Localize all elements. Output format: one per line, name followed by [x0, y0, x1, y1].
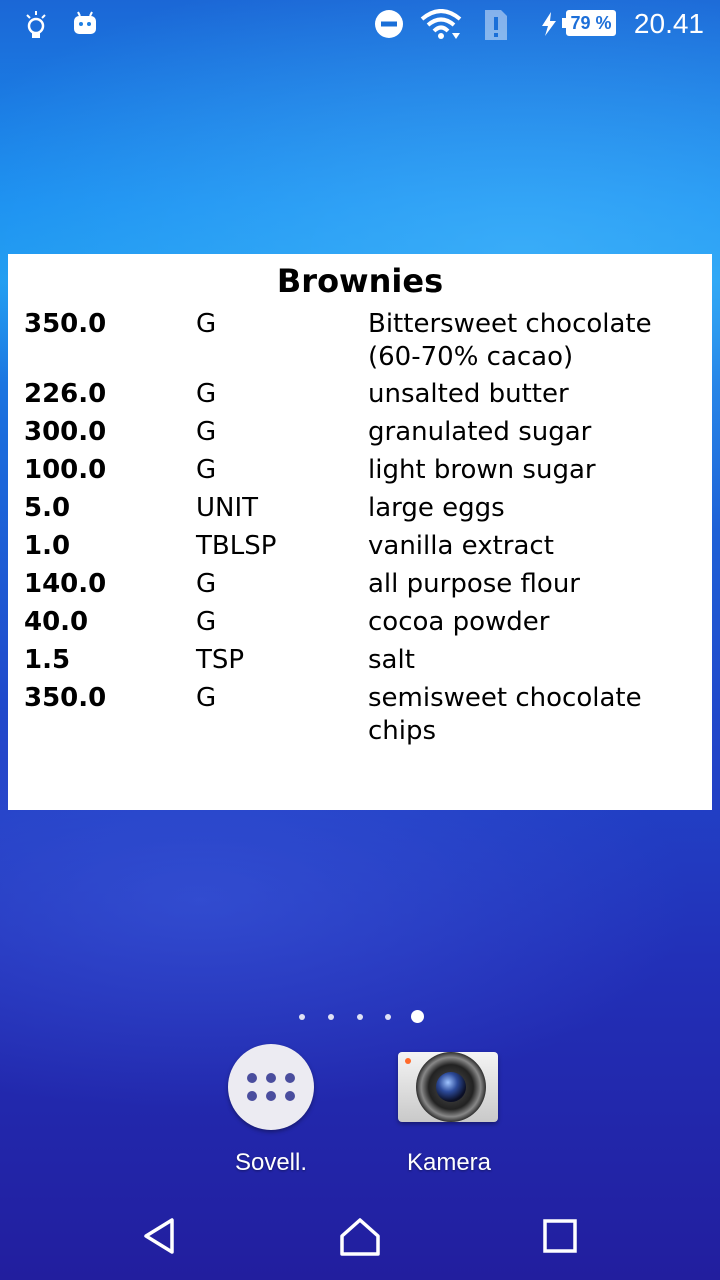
navigation-bar — [0, 1190, 720, 1280]
app-drawer-icon — [228, 1044, 314, 1130]
ingredient-unit: G — [196, 309, 217, 339]
ingredient-name: salt — [368, 645, 415, 675]
ingredient-name: cocoa powder — [368, 607, 550, 637]
page-dot[interactable] — [299, 1014, 305, 1020]
ingredient-quantity: 1.5 — [24, 645, 71, 675]
camera-icon — [398, 1052, 498, 1122]
ingredient-name: vanilla extract — [368, 531, 554, 561]
ingredient-unit: G — [196, 379, 217, 409]
ingredient-unit: G — [196, 569, 217, 599]
wifi-icon — [420, 9, 462, 39]
ingredient-unit: G — [196, 417, 217, 447]
app-drawer-label: Sovell. — [234, 1149, 308, 1176]
status-bar: 79 % 20.41 — [0, 0, 720, 50]
ingredient-unit: G — [196, 455, 217, 485]
page-dot[interactable] — [328, 1014, 334, 1020]
camera-label: Kamera — [406, 1149, 492, 1176]
sim-alert-icon — [485, 10, 507, 40]
android-icon — [74, 11, 96, 34]
ingredient-unit: TSP — [196, 645, 245, 675]
ingredient-name: semisweet chocolate chips — [368, 683, 642, 746]
ingredient-unit: G — [196, 683, 217, 713]
charging-icon — [542, 12, 556, 36]
battery-icon: 79 % — [566, 10, 616, 36]
ingredient-name: granulated sugar — [368, 417, 592, 447]
ingredient-quantity: 350.0 — [24, 309, 107, 339]
recipe-title: Brownies — [276, 262, 444, 300]
page-dot[interactable] — [385, 1014, 391, 1020]
back-icon[interactable] — [138, 1214, 182, 1258]
recents-icon[interactable] — [538, 1214, 582, 1258]
page-indicator[interactable] — [0, 1006, 720, 1026]
clock: 20.41 — [633, 8, 704, 39]
ingredient-name: all purpose flour — [368, 569, 580, 599]
ingredient-quantity: 226.0 — [24, 379, 107, 409]
ingredient-name: unsalted butter — [368, 379, 569, 409]
ingredient-unit: G — [196, 607, 217, 637]
ingredient-name: large eggs — [368, 493, 505, 523]
ingredient-quantity: 40.0 — [24, 607, 89, 637]
lightbulb-icon — [26, 11, 46, 38]
do-not-disturb-icon — [375, 10, 403, 38]
ingredient-quantity: 1.0 — [24, 531, 71, 561]
ingredient-name: light brown sugar — [368, 455, 596, 485]
page-dot-active[interactable] — [411, 1010, 424, 1023]
page-dot[interactable] — [357, 1014, 363, 1020]
ingredient-name: Bittersweet chocolate (60-70% cacao) — [368, 309, 652, 372]
home-screen: 79 % 20.41 Brownies 350.0 G Bittersweet … — [0, 0, 720, 1280]
ingredient-unit: UNIT — [196, 493, 259, 523]
ingredient-quantity: 100.0 — [24, 455, 107, 485]
ingredient-quantity: 5.0 — [24, 493, 71, 523]
ingredient-quantity: 350.0 — [24, 683, 107, 713]
home-icon[interactable] — [338, 1214, 382, 1258]
ingredient-unit: TBLSP — [196, 531, 277, 561]
ingredient-quantity: 140.0 — [24, 569, 107, 599]
ingredient-quantity: 300.0 — [24, 417, 107, 447]
